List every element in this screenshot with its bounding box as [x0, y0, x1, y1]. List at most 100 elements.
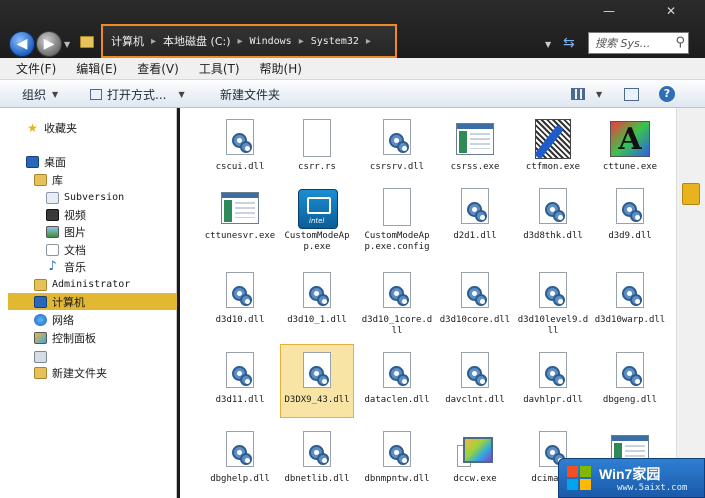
file-item[interactable]: intel CustomModeApp.exe [280, 180, 354, 260]
file-item[interactable]: csrsrv.dll [360, 111, 434, 191]
dll-file-icon [295, 350, 339, 394]
file-name: d2d1.dll [453, 231, 497, 241]
file-item[interactable]: d3d8thk.dll [516, 180, 590, 260]
file-item[interactable]: d3d9.dll [593, 180, 667, 260]
refresh-icon[interactable]: ⇆ [563, 35, 575, 51]
nav-recycle-bin[interactable] [34, 348, 52, 365]
new-folder-label: 新建文件夹 [220, 87, 281, 102]
star-icon: ★ [27, 120, 38, 135]
nav-pictures[interactable]: 图片 [46, 223, 86, 240]
address-history-chevron-down-icon[interactable]: ▼ [545, 40, 551, 49]
file-name: d3d10_1.dll [287, 315, 347, 325]
breadcrumb-separator-icon[interactable]: ▸ [238, 36, 243, 47]
file-item[interactable]: ctfmon.exe [516, 111, 590, 191]
menu-tools[interactable]: 工具(T) [199, 60, 240, 77]
file-name: d3d10core.dll [439, 315, 511, 325]
organize-button[interactable]: 组织 ▼ [22, 80, 58, 108]
file-item[interactable]: D3DX9_43.dll [280, 344, 354, 424]
nav-administrator[interactable]: Administrator [34, 276, 130, 293]
file-item[interactable]: d3d10level9.dll [516, 264, 590, 344]
breadcrumb-windows[interactable]: Windows [250, 36, 292, 47]
dll-file-icon [375, 350, 419, 394]
menu-help[interactable]: 帮助(H) [260, 60, 302, 77]
file-item[interactable]: d3d10.dll [203, 264, 277, 344]
file-name: d3d9.dll [608, 231, 652, 241]
dll-file-icon [531, 350, 575, 394]
nav-pictures-label: 图片 [64, 225, 86, 239]
nav-libraries[interactable]: 库 [34, 171, 63, 188]
file-item[interactable]: d3d10warp.dll [593, 264, 667, 344]
file-item[interactable]: cscui.dll [203, 111, 277, 191]
help-button[interactable]: ? [659, 80, 675, 108]
recycle-bin-icon [34, 350, 47, 363]
file-name: d3d10level9.dll [517, 315, 589, 336]
file-item[interactable]: d3d10_1core.dll [360, 264, 434, 344]
file-item[interactable]: d3d10_1.dll [280, 264, 354, 344]
forward-button[interactable]: ▶ [36, 31, 62, 57]
minimize-button[interactable]: — [600, 4, 618, 18]
view-options-button[interactable]: ▼ [571, 80, 602, 108]
vertical-scrollbar[interactable] [676, 108, 705, 498]
dll-file-icon [608, 270, 652, 314]
file-item[interactable]: dccw.exe [438, 423, 512, 498]
open-with-button[interactable]: 打开方式... ▼ [90, 80, 185, 108]
nav-new-folder[interactable]: 新建文件夹 [34, 364, 107, 381]
arrow-left-icon: ◀ [16, 36, 28, 52]
file-item[interactable]: Acttune.exe [593, 111, 667, 191]
nav-control-panel[interactable]: 控制面板 [34, 329, 96, 346]
breadcrumb-system32[interactable]: System32 [311, 36, 359, 47]
file-item[interactable]: csrr.rs [280, 111, 354, 191]
breadcrumb-local-disk[interactable]: 本地磁盘 (C:) [163, 33, 230, 49]
windows-logo-icon [567, 466, 593, 492]
menu-view[interactable]: 查看(V) [137, 60, 179, 77]
file-name: d3d10.dll [215, 315, 265, 325]
file-item[interactable]: CustomModeApp.exe.config [360, 180, 434, 260]
file-item[interactable]: d3d10core.dll [438, 264, 512, 344]
new-folder-button[interactable]: 新建文件夹 [220, 80, 280, 108]
nav-subversion[interactable]: Subversion [46, 189, 124, 206]
address-bar[interactable]: 计算机 ▸ 本地磁盘 (C:) ▸ Windows ▸ System32 ▸ [101, 24, 397, 58]
breadcrumb-computer[interactable]: 计算机 [111, 33, 144, 49]
nav-documents[interactable]: 文档 [46, 241, 86, 258]
file-item[interactable]: csrss.exe [438, 111, 512, 191]
file-name: dbnmpntw.dll [364, 474, 430, 484]
folder-icon [34, 366, 47, 379]
nav-music[interactable]: ♪ 音乐 [46, 258, 86, 275]
file-item[interactable]: dbgeng.dll [593, 344, 667, 424]
nav-desktop[interactable]: 桌面 [26, 153, 66, 170]
nav-computer[interactable]: 计算机 [8, 293, 177, 310]
file-name: davhlpr.dll [523, 395, 583, 405]
desktop-icon [26, 155, 39, 168]
arrow-right-icon: ▶ [43, 36, 55, 52]
watermark-title: Win7家园 [599, 466, 661, 482]
recent-pages-chevron-down-icon[interactable]: ▼ [64, 40, 70, 49]
nav-videos[interactable]: 视频 [46, 206, 86, 223]
file-item[interactable]: dataclen.dll [360, 344, 434, 424]
file-item[interactable]: dbnmpntw.dll [360, 423, 434, 498]
file-name: cttunesvr.exe [204, 231, 276, 241]
back-button[interactable]: ◀ [9, 31, 35, 57]
file-name: csrss.exe [450, 162, 500, 172]
file-item[interactable]: davhlpr.dll [516, 344, 590, 424]
dll-file-icon [608, 186, 652, 230]
scroll-thumb[interactable] [682, 183, 700, 205]
preview-pane-button[interactable] [624, 80, 644, 108]
search-input[interactable]: 搜索 Sys... ⚲ [588, 32, 689, 54]
file-item[interactable]: d2d1.dll [438, 180, 512, 260]
file-item[interactable]: dbghelp.dll [203, 423, 277, 498]
nav-subversion-label: Subversion [64, 192, 125, 203]
breadcrumb-separator-icon[interactable]: ▸ [299, 36, 304, 47]
file-item[interactable]: davclnt.dll [438, 344, 512, 424]
breadcrumb-separator-icon[interactable]: ▸ [366, 36, 371, 47]
file-item[interactable]: dbnetlib.dll [280, 423, 354, 498]
menu-file[interactable]: 文件(F) [16, 60, 56, 77]
nav-network[interactable]: 网络 [34, 311, 74, 328]
file-item[interactable]: cttunesvr.exe [203, 180, 277, 260]
breadcrumb-separator-icon[interactable]: ▸ [151, 36, 156, 47]
file-item[interactable]: d3d11.dll [203, 344, 277, 424]
menu-edit[interactable]: 编辑(E) [76, 60, 117, 77]
close-button[interactable]: ✕ [662, 4, 680, 18]
document-library-icon [46, 191, 59, 204]
nav-favorites[interactable]: ★ 收藏夹 [26, 119, 77, 136]
search-icon[interactable]: ⚲ [675, 35, 685, 50]
